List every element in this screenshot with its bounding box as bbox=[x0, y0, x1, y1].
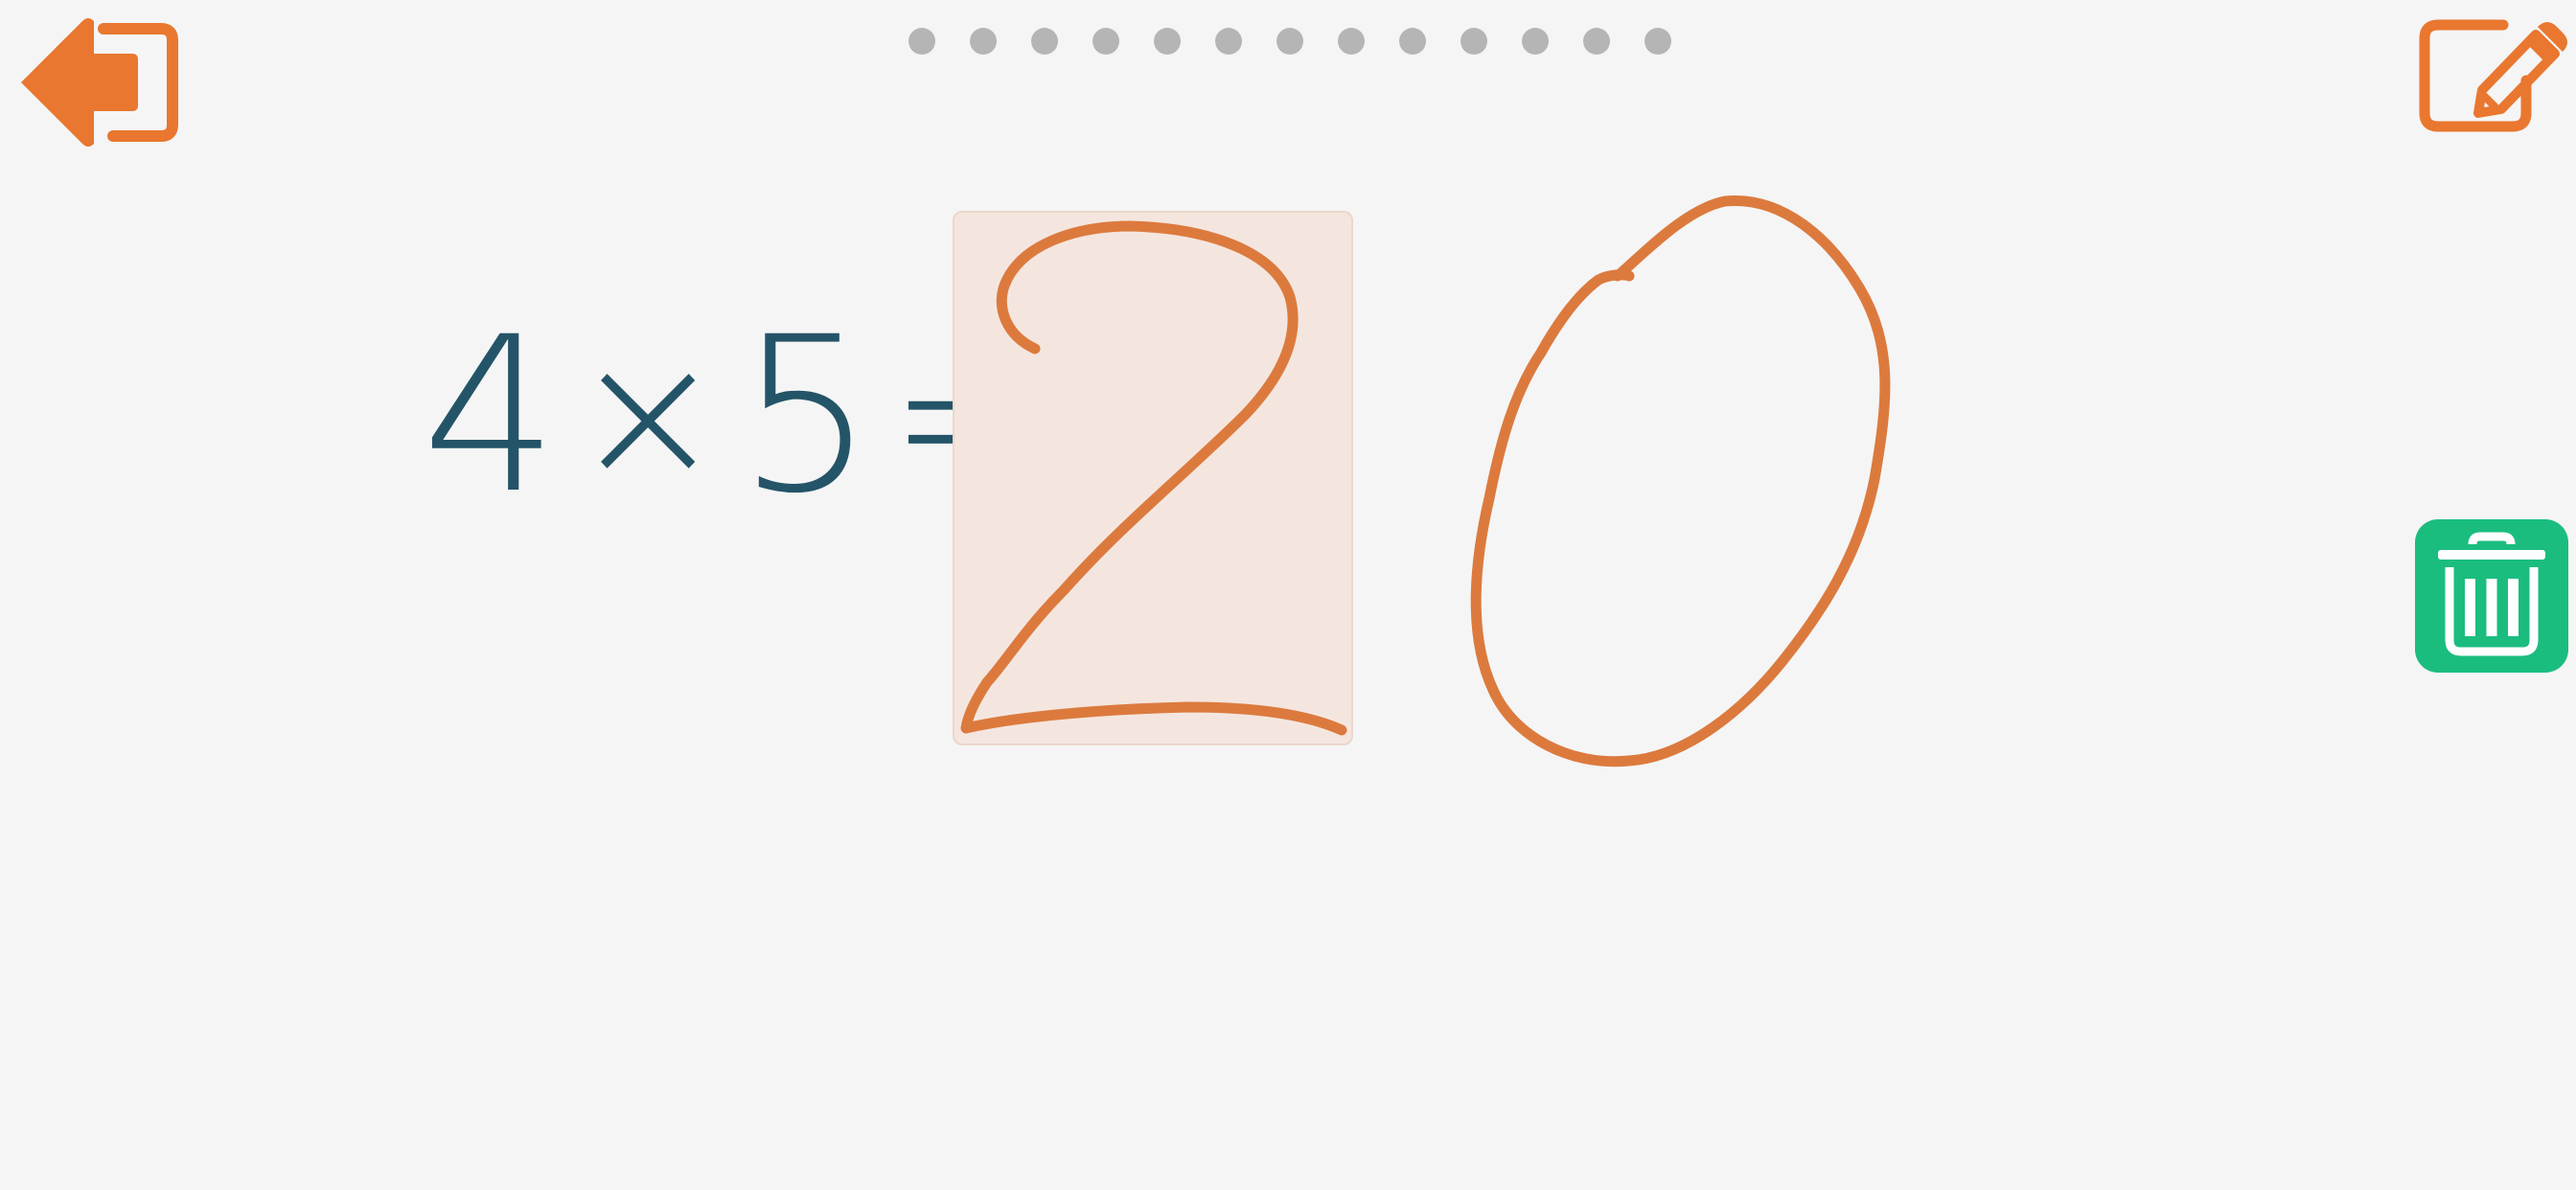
progress-dot bbox=[970, 28, 997, 55]
exit-button[interactable] bbox=[17, 15, 182, 149]
progress-dot bbox=[1399, 28, 1426, 55]
progress-dot bbox=[1031, 28, 1058, 55]
progress-dot bbox=[1154, 28, 1181, 55]
exit-arrow-icon bbox=[21, 18, 178, 147]
progress-dot bbox=[908, 28, 935, 55]
recognized-digit-cell bbox=[953, 211, 1353, 745]
pencil-square-icon bbox=[2419, 19, 2567, 132]
clear-button[interactable] bbox=[2415, 519, 2568, 673]
progress-dot bbox=[1276, 28, 1303, 55]
progress-indicator bbox=[908, 28, 1671, 55]
progress-dot bbox=[1215, 28, 1242, 55]
progress-dot bbox=[1460, 28, 1487, 55]
progress-dot bbox=[1338, 28, 1365, 55]
progress-dot bbox=[1583, 28, 1610, 55]
progress-dot bbox=[1092, 28, 1119, 55]
trash-icon bbox=[2415, 519, 2568, 673]
app-screen: 4 × 5 = 2 bbox=[0, 0, 2576, 1190]
edit-button[interactable] bbox=[2415, 13, 2568, 138]
progress-dot bbox=[1644, 28, 1671, 55]
progress-dot bbox=[1522, 28, 1549, 55]
